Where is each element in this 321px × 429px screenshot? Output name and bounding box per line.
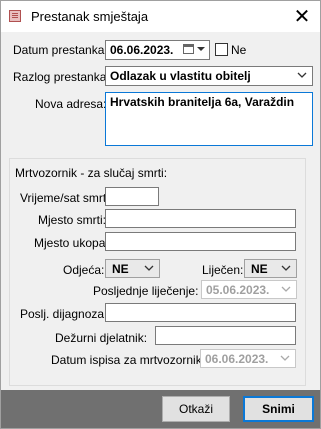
nova-adresa-textarea[interactable]: Hrvatskih branitelja 6a, Varaždin [105,92,313,146]
ne-label: Ne [231,43,247,57]
datum-ispisa-label: Datum ispisa za mrtvozornika: [51,353,212,367]
dijagnoza-label: Poslj. dijagnoza: [20,307,108,321]
lijecen-select[interactable]: NE [244,259,297,278]
mjesto-ukopa-label: Mjesto ukopa: [34,236,109,250]
lijecen-value: NE [251,262,268,276]
mjesto-smrti-label: Mjesto smrti: [38,213,107,227]
chevron-down-icon [281,264,291,272]
odjeca-label: Odjeća: [63,263,105,277]
datum-prestanka-value: 06.06.2023. [110,43,174,57]
app-icon [9,10,21,22]
dezurni-djelatnik-input[interactable] [155,326,296,345]
razlog-prestanka-select[interactable]: Odlazak u vlastitu obitelj [105,66,313,86]
chevron-down-icon [297,71,307,79]
razlog-prestanka-value: Odlazak u vlastitu obitelj [110,69,251,83]
dijagnoza-input[interactable] [105,303,296,322]
chevron-down-icon [281,285,291,293]
dialog-window: Prestanak smještaja ✕ Datum prestanka: 0… [0,0,321,429]
title-bar: Prestanak smještaja ✕ [1,1,320,32]
vrijeme-smrti-label: Vrijeme/sat smrti: [20,191,113,205]
odjeca-select[interactable]: NE [105,259,160,278]
posljednje-lijecenje-label: Posljednje liječenje: [93,284,199,298]
close-icon[interactable]: ✕ [284,1,320,32]
nova-adresa-label: Nova adresa: [35,97,107,111]
odjeca-value: NE [112,262,129,276]
dezurni-djelatnik-label: Dežurni djelatnik: [55,331,148,345]
posljednje-lijecenje-field[interactable]: 05.06.2023. [201,280,297,299]
chevron-down-icon[interactable] [197,43,205,58]
datum-ispisa-value: 06.06.2023. [205,352,269,366]
mjesto-smrti-input[interactable] [105,209,296,228]
datum-prestanka-label: Datum prestanka: [13,43,108,57]
footer-bar: Otkaži Snimi [1,390,320,428]
razlog-prestanka-label: Razlog prestanka: [13,70,110,84]
vrijeme-smrti-input[interactable] [105,187,159,206]
calendar-icon[interactable] [183,44,194,54]
ne-checkbox[interactable] [215,43,228,56]
datum-prestanka-field[interactable]: 06.06.2023. [105,40,210,60]
save-button[interactable]: Snimi [243,396,314,422]
datum-ispisa-field[interactable]: 06.06.2023. [200,349,296,368]
chevron-down-icon [280,354,290,362]
posljednje-lijecenje-value: 05.06.2023. [206,283,270,297]
lijecen-label: Liječen: [202,263,244,277]
nova-adresa-value: Hrvatskih branitelja 6a, Varaždin [110,95,295,109]
cancel-button[interactable]: Otkaži [162,396,230,422]
mjesto-ukopa-input[interactable] [105,232,296,251]
window-title: Prestanak smještaja [31,9,149,24]
chevron-down-icon [144,264,154,272]
mrtvozornik-group-title: Mrtvozornik - za slučaj smrti: [15,166,168,180]
